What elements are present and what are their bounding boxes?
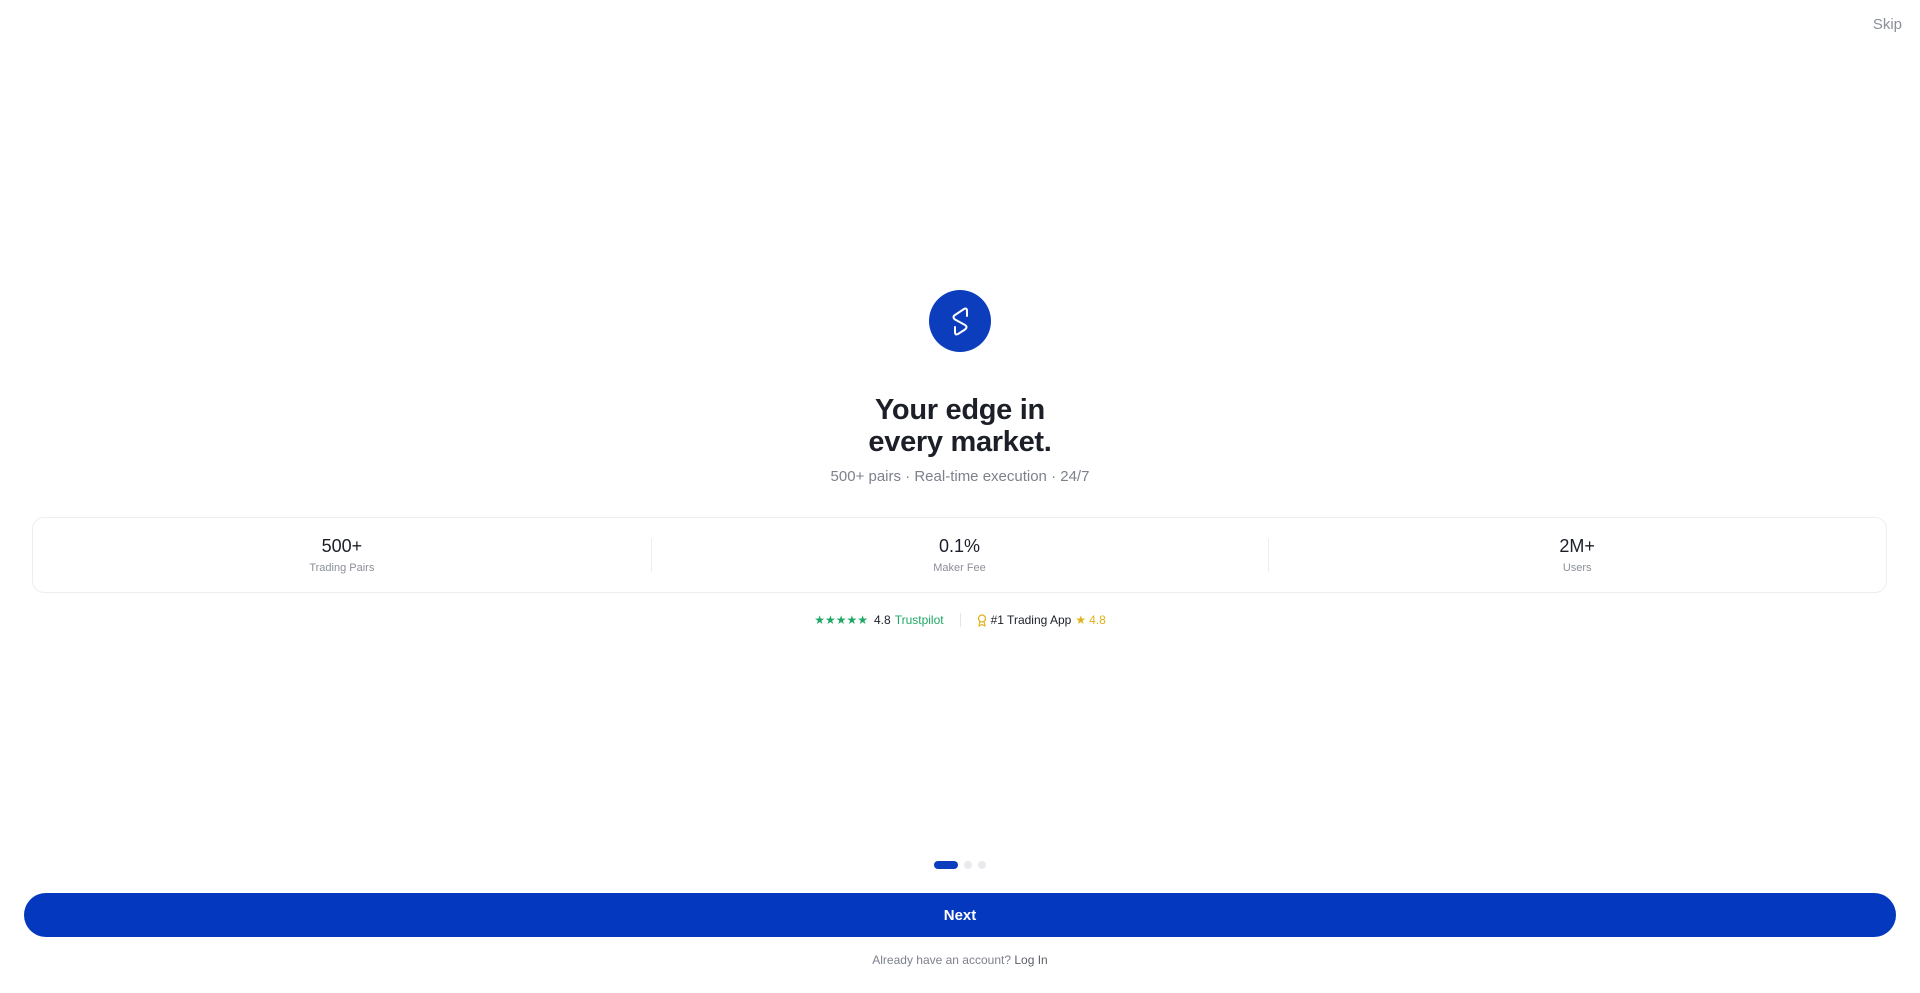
brand-s-logo-icon xyxy=(929,290,991,352)
skip-button[interactable]: Skip xyxy=(1869,14,1906,35)
star-icon: ★ xyxy=(1075,613,1087,627)
trustpilot-stars-icon: ★★★★★ xyxy=(814,613,868,627)
login-link[interactable]: Log In xyxy=(1014,953,1047,967)
stat-trading-pairs: 500+ Trading Pairs xyxy=(33,518,651,592)
pagination-dot-2[interactable] xyxy=(964,861,972,869)
app-score: 4.8 xyxy=(1089,613,1106,627)
headline-line-2: every market. xyxy=(868,426,1052,458)
headline-line-1: Your edge in xyxy=(875,394,1045,426)
next-button[interactable]: Next xyxy=(24,893,1896,937)
stat-value: 0.1% xyxy=(938,536,981,556)
award-ribbon-glyph xyxy=(977,613,986,627)
hero-section: Your edge in every market. 500+ pairs · … xyxy=(0,290,1920,485)
login-prompt-line: Already have an account? Log In xyxy=(0,953,1920,967)
page-title: Your edge in every market. xyxy=(868,394,1051,458)
login-prompt: Already have an account? xyxy=(872,953,1012,967)
pagination-dot-1[interactable] xyxy=(934,861,958,869)
award-label: #1 Trading App xyxy=(990,613,1072,627)
stat-label: Trading Pairs xyxy=(309,562,375,574)
stat-value: 2M+ xyxy=(1559,536,1595,556)
ratings-row: ★★★★★ 4.8 Trustpilot #1 Trading App ★ 4.… xyxy=(0,613,1920,627)
brand-logo-glyph xyxy=(952,307,968,336)
pagination-dots xyxy=(0,861,1920,869)
stats-card: 500+ Trading Pairs 0.1% Maker Fee 2M+ Us… xyxy=(32,517,1887,593)
stat-label: Maker Fee xyxy=(933,562,986,574)
ratings-divider xyxy=(959,613,961,627)
hero-subline: 500+ pairs · Real-time execution · 24/7 xyxy=(830,468,1090,485)
stat-users: 2M+ Users xyxy=(1268,518,1886,592)
pagination-dot-3[interactable] xyxy=(978,861,986,869)
stat-label: Users xyxy=(1562,562,1592,574)
stat-maker-fee: 0.1% Maker Fee xyxy=(650,518,1269,592)
onboarding-screen: Skip Your edge in every market. 500+ pai… xyxy=(0,0,1920,993)
award-ribbon-icon xyxy=(977,613,987,627)
stat-value: 500+ xyxy=(321,536,363,556)
trustpilot-label: Trustpilot xyxy=(894,613,944,627)
trustpilot-score: 4.8 xyxy=(874,613,891,627)
